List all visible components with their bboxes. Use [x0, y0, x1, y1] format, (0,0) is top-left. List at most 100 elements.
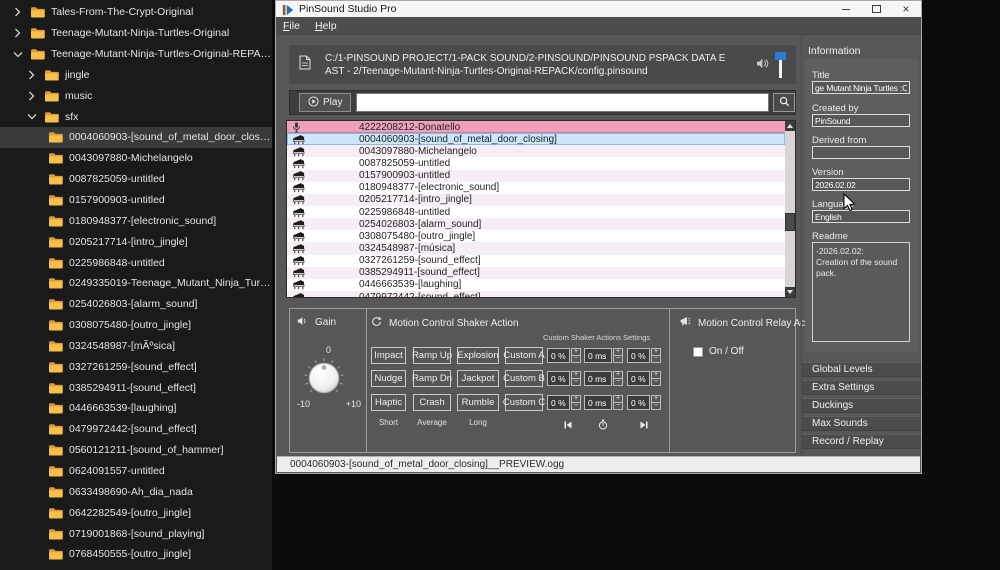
gain-knob[interactable] — [303, 357, 345, 404]
accordion-section-header[interactable]: Max Sounds — [802, 416, 921, 431]
search-input[interactable] — [356, 93, 769, 112]
minimize-button[interactable] — [831, 1, 861, 17]
explorer-folder-row[interactable]: sfx — [0, 106, 272, 127]
expand-chevron-icon[interactable] — [12, 7, 23, 18]
nudge-button[interactable]: Nudge — [371, 370, 406, 387]
expand-chevron-icon[interactable] — [12, 49, 23, 60]
maximize-button[interactable] — [861, 1, 891, 17]
explorer-folder-row[interactable]: 0768450555-[outro_jingle] — [0, 544, 272, 565]
sound-list-row[interactable]: 0385294911-[sound_effect] — [287, 267, 785, 279]
custom-a-button[interactable]: Custom A — [505, 347, 543, 364]
explorer-folder-row[interactable]: music — [0, 85, 272, 106]
explorer-folder-row[interactable]: 0642282549-[outro_jingle] — [0, 502, 272, 523]
menu-help[interactable]: Help — [315, 20, 337, 32]
ramp-up-button[interactable]: Ramp Up — [413, 347, 451, 364]
sound-list-row[interactable]: 0225986848-untitled — [287, 206, 785, 218]
checkbox-icon[interactable] — [693, 347, 703, 357]
explorer-folder-row[interactable]: 0043097880-Michelangelo — [0, 148, 272, 169]
decrement-icon[interactable]: − — [651, 378, 661, 386]
spinner-buttons[interactable]: +− — [613, 395, 623, 410]
expand-chevron-icon[interactable] — [12, 28, 23, 39]
expand-chevron-icon[interactable] — [26, 69, 37, 80]
explorer-folder-row[interactable]: jingle — [0, 65, 272, 86]
spinner-buttons[interactable]: +− — [571, 348, 581, 363]
decrement-icon[interactable]: − — [571, 355, 581, 363]
decrement-icon[interactable]: − — [651, 355, 661, 363]
explorer-folder-row[interactable]: 0385294911-[sound_effect] — [0, 377, 272, 398]
shaker-duration-field[interactable]: 0 ms — [584, 395, 612, 410]
spinner-buttons[interactable]: +− — [651, 371, 661, 386]
sound-list-row[interactable]: 0327261259-[sound_effect] — [287, 255, 785, 267]
readme-textarea[interactable]: -2026.02.02: Creation of the sound pack. — [812, 242, 910, 342]
shaker-strength-field[interactable]: 0 % — [547, 371, 570, 386]
spinner-buttons[interactable]: +− — [651, 348, 661, 363]
shaker-duration-field[interactable]: 0 ms — [584, 371, 612, 386]
accordion-section-header[interactable]: Global Levels — [802, 362, 921, 377]
explorer-folder-row[interactable]: 0205217714-[intro_jingle] — [0, 231, 272, 252]
play-button[interactable]: Play — [299, 93, 351, 112]
sound-list-row[interactable]: 0180948377-[electronic_sound] — [287, 182, 785, 194]
search-button[interactable] — [773, 93, 795, 112]
volume-slider[interactable] — [775, 52, 786, 78]
sound-list-row[interactable]: 0157900903-untitled — [287, 170, 785, 182]
explorer-folder-row[interactable]: 0157900903-untitled — [0, 190, 272, 211]
list-scrollbar[interactable] — [785, 121, 795, 297]
shaker-end-field[interactable]: 0 % — [627, 348, 650, 363]
shaker-end-field[interactable]: 0 % — [627, 371, 650, 386]
explorer-folder-row[interactable]: 0446663539-[laughing] — [0, 398, 272, 419]
sound-list-row[interactable]: 0446663539-[laughing] — [287, 279, 785, 291]
rumble-button[interactable]: Rumble — [457, 394, 499, 411]
scrollbar-thumb[interactable] — [785, 213, 795, 231]
explorer-folder-row[interactable]: 0624091557-untitled — [0, 461, 272, 482]
accordion-section-header[interactable]: Duckings — [802, 398, 921, 413]
impact-button[interactable]: Impact — [371, 347, 406, 364]
decrement-icon[interactable]: − — [613, 378, 623, 386]
decrement-icon[interactable]: − — [571, 402, 581, 410]
title-bar[interactable]: PinSound Studio Pro × — [276, 1, 921, 17]
close-button[interactable]: × — [891, 1, 921, 17]
sound-list-row[interactable]: 0254026803-[alarm_sound] — [287, 218, 785, 230]
shaker-end-field[interactable]: 0 % — [627, 395, 650, 410]
scroll-down-button[interactable] — [785, 287, 795, 297]
explorer-folder-row[interactable]: 0633498690-Ah_dia_nada — [0, 481, 272, 502]
derived-from-field[interactable] — [812, 146, 910, 159]
decrement-icon[interactable]: − — [613, 402, 623, 410]
sound-list-row[interactable]: 0043097880-Michelangelo — [287, 145, 785, 157]
decrement-icon[interactable]: − — [613, 355, 623, 363]
shaker-duration-field[interactable]: 0 ms — [584, 348, 612, 363]
shaker-strength-field[interactable]: 0 % — [547, 348, 570, 363]
explorer-folder-row[interactable]: 0719001868-[sound_playing] — [0, 523, 272, 544]
sound-list-row[interactable]: 0004060903-[sound_of_metal_door_closing] — [287, 133, 785, 145]
explorer-folder-row[interactable]: 0327261259-[sound_effect] — [0, 356, 272, 377]
volume-slider-handle[interactable] — [775, 52, 786, 60]
expand-chevron-icon[interactable] — [26, 90, 37, 101]
decrement-icon[interactable]: − — [651, 402, 661, 410]
haptic-button[interactable]: Haptic — [371, 394, 406, 411]
title-field[interactable] — [812, 81, 910, 94]
spinner-buttons[interactable]: +− — [613, 348, 623, 363]
explorer-folder-row[interactable]: 0180948377-[electronic_sound] — [0, 210, 272, 231]
custom-b-button[interactable]: Custom B — [505, 370, 543, 387]
spinner-buttons[interactable]: +− — [613, 371, 623, 386]
sound-list-row[interactable]: 0205217714-[intro_jingle] — [287, 194, 785, 206]
explorer-folder-row[interactable]: 0249335019-Teenage_Mutant_Ninja_Turtles — [0, 273, 272, 294]
spinner-buttons[interactable]: +− — [651, 395, 661, 410]
spinner-buttons[interactable]: +− — [571, 395, 581, 410]
explorer-folder-row[interactable]: 0560121211-[sound_of_hammer] — [0, 440, 272, 461]
sound-list-row[interactable]: 0308075480-[outro_jingle] — [287, 230, 785, 242]
explorer-folder-row[interactable]: 0087825059-untitled — [0, 169, 272, 190]
explorer-folder-row[interactable]: Teenage-Mutant-Ninja-Turtles-Original — [0, 23, 272, 44]
explorer-folder-row[interactable]: 0004060903-[sound_of_metal_door_closing] — [0, 127, 272, 148]
explorer-folder-row[interactable]: 0308075480-[outro_jingle] — [0, 315, 272, 336]
jackpot-button[interactable]: Jackpot — [457, 370, 499, 387]
created-by-field[interactable] — [812, 114, 910, 127]
explosion-button[interactable]: Explosion — [457, 347, 499, 364]
menu-file[interactable]: File — [283, 20, 300, 32]
sound-list-row[interactable]: 0479972442-[sound_effect] — [287, 291, 785, 298]
explorer-folder-row[interactable]: 0479972442-[sound_effect] — [0, 419, 272, 440]
crash-button[interactable]: Crash — [413, 394, 451, 411]
explorer-folder-row[interactable]: 0254026803-[alarm_sound] — [0, 294, 272, 315]
sound-list-row[interactable]: 0087825059-untitled — [287, 157, 785, 169]
explorer-folder-row[interactable]: Tales-From-The-Crypt-Original — [0, 2, 272, 23]
sound-list-row[interactable]: 0324548987-[música] — [287, 242, 785, 254]
